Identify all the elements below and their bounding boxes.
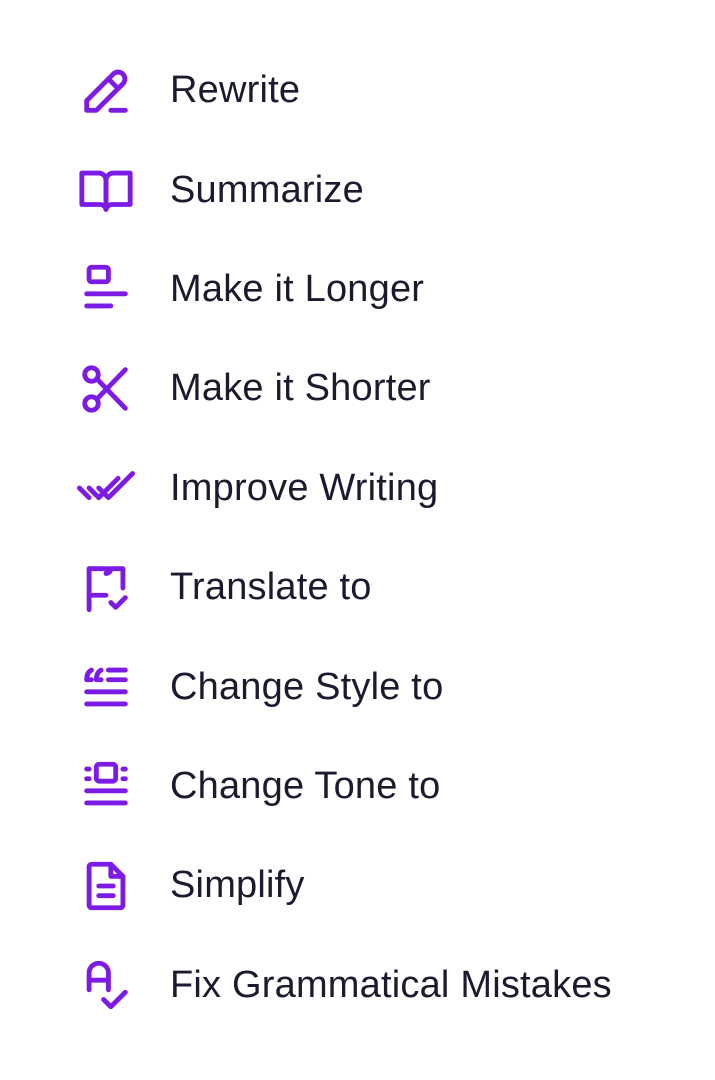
menu-item-label: Make it Shorter: [170, 367, 431, 410]
menu-item-label: Change Style to: [170, 665, 444, 708]
menu-item-change-tone[interactable]: Change Tone to: [0, 737, 715, 836]
menu-item-make-longer[interactable]: Make it Longer: [0, 240, 715, 339]
expand-text-icon: [77, 260, 135, 318]
menu-item-make-shorter[interactable]: Make it Shorter: [0, 339, 715, 438]
menu-item-label: Make it Longer: [170, 267, 425, 310]
menu-item-label: Simplify: [170, 864, 305, 907]
quote-lines-icon: [77, 658, 135, 716]
menu-item-label: Rewrite: [170, 69, 301, 112]
menu-item-summarize[interactable]: Summarize: [0, 140, 715, 239]
menu-item-label: Fix Grammatical Mistakes: [170, 963, 612, 1006]
menu-item-change-style[interactable]: Change Style to: [0, 637, 715, 736]
document-icon: [77, 857, 135, 915]
menu-item-translate[interactable]: Translate to: [0, 538, 715, 637]
menu-item-label: Change Tone to: [170, 764, 441, 807]
menu-item-improve-writing[interactable]: Improve Writing: [0, 439, 715, 538]
book-open-icon: [77, 161, 135, 219]
scissors-icon: [77, 360, 135, 418]
menu-item-rewrite[interactable]: Rewrite: [0, 41, 715, 140]
tone-lines-icon: [77, 757, 135, 815]
spell-check-icon: [77, 956, 135, 1014]
menu-item-label: Translate to: [170, 566, 372, 609]
menu-item-label: Summarize: [170, 168, 364, 211]
menu-item-simplify[interactable]: Simplify: [0, 836, 715, 935]
menu-item-fix-grammar[interactable]: Fix Grammatical Mistakes: [0, 936, 715, 1035]
double-check-icon: [77, 459, 135, 517]
pencil-icon: [77, 62, 135, 120]
menu-item-label: Improve Writing: [170, 466, 439, 509]
flag-check-icon: [77, 559, 135, 617]
ai-actions-menu: Rewrite Summarize Make it Longer Make it…: [0, 41, 715, 1035]
